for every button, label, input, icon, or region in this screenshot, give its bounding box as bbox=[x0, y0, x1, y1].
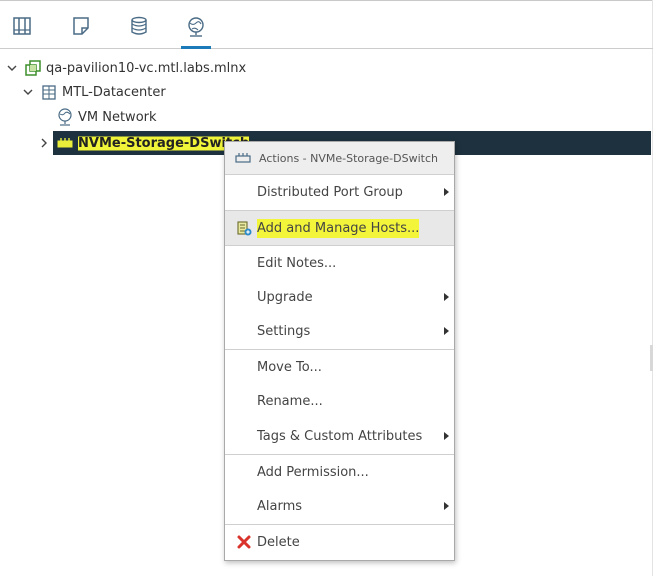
networking-icon bbox=[188, 17, 204, 37]
navigator-tabs bbox=[0, 8, 653, 49]
datacenter-icon bbox=[40, 83, 58, 101]
vcenter-icon bbox=[24, 59, 42, 77]
delete-x-icon bbox=[235, 533, 253, 551]
network-icon bbox=[56, 108, 74, 126]
tree-item-label: MTL-Datacenter bbox=[62, 84, 166, 100]
menu-item-label: Add and Manage Hosts... bbox=[257, 218, 420, 238]
chevron-down-icon[interactable] bbox=[6, 62, 18, 74]
menu-item-add-permission[interactable]: Add Permission... bbox=[225, 455, 454, 489]
menu-item-edit-notes[interactable]: Edit Notes... bbox=[225, 246, 454, 280]
menu-item-label: Alarms bbox=[257, 498, 303, 514]
context-menu-header: Actions - NVMe-Storage-DSwitch bbox=[225, 142, 454, 175]
distributed-switch-icon bbox=[235, 151, 253, 165]
menu-item-label: Tags & Custom Attributes bbox=[257, 428, 423, 444]
menu-item-delete[interactable]: Delete bbox=[225, 525, 454, 559]
submenu-arrow-icon bbox=[444, 432, 449, 440]
submenu-arrow-icon bbox=[444, 293, 449, 301]
add-hosts-icon bbox=[235, 219, 253, 237]
top-border bbox=[0, 0, 653, 1]
submenu-arrow-icon bbox=[444, 502, 449, 510]
menu-item-upgrade[interactable]: Upgrade bbox=[225, 280, 454, 314]
context-menu: Actions - NVMe-Storage-DSwitch Distribut… bbox=[224, 141, 455, 561]
menu-item-label: Add Permission... bbox=[257, 464, 369, 480]
chevron-right-icon[interactable] bbox=[38, 137, 50, 149]
tab-hosts-and-clusters[interactable] bbox=[7, 16, 37, 42]
tree-item-datacenter[interactable]: MTL-Datacenter bbox=[22, 80, 166, 104]
tab-networking[interactable] bbox=[181, 16, 211, 49]
menu-item-label: Upgrade bbox=[257, 289, 313, 305]
tab-storage[interactable] bbox=[124, 16, 154, 42]
menu-item-label: Rename... bbox=[257, 393, 323, 409]
tab-vms-and-templates[interactable] bbox=[66, 16, 96, 42]
menu-item-rename[interactable]: Rename... bbox=[225, 384, 454, 418]
chevron-down-icon[interactable] bbox=[22, 86, 34, 98]
submenu-arrow-icon bbox=[444, 327, 449, 335]
menu-item-label: Settings bbox=[257, 323, 311, 339]
menu-item-add-and-manage-hosts[interactable]: Add and Manage Hosts... bbox=[225, 211, 454, 245]
menu-item-alarms[interactable]: Alarms bbox=[225, 489, 454, 523]
distributed-switch-icon bbox=[56, 134, 74, 152]
storage-icon bbox=[131, 16, 147, 35]
context-menu-title: Actions - NVMe-Storage-DSwitch bbox=[259, 151, 438, 165]
menu-item-tags-custom-attributes[interactable]: Tags & Custom Attributes bbox=[225, 419, 454, 453]
hosts-and-clusters-icon bbox=[13, 17, 31, 35]
submenu-arrow-icon bbox=[444, 188, 449, 196]
menu-item-label: Distributed Port Group bbox=[257, 184, 403, 200]
tree-item-vcenter[interactable]: qa-pavilion10-vc.mtl.labs.mlnx bbox=[6, 56, 246, 80]
menu-item-label: Move To... bbox=[257, 359, 322, 375]
menu-item-label: Edit Notes... bbox=[257, 255, 337, 271]
menu-item-settings[interactable]: Settings bbox=[225, 314, 454, 348]
menu-item-move-to[interactable]: Move To... bbox=[225, 350, 454, 384]
tree-item-label: VM Network bbox=[78, 109, 157, 125]
tree-item-label: qa-pavilion10-vc.mtl.labs.mlnx bbox=[46, 60, 247, 76]
menu-item-label: Delete bbox=[257, 534, 300, 550]
vms-and-templates-icon bbox=[73, 17, 89, 35]
tree-item-vm-network[interactable]: VM Network bbox=[38, 105, 157, 129]
menu-item-distributed-port-group[interactable]: Distributed Port Group bbox=[225, 175, 454, 209]
tree-item-dswitch[interactable]: NVMe-Storage-DSwitch bbox=[56, 131, 250, 155]
